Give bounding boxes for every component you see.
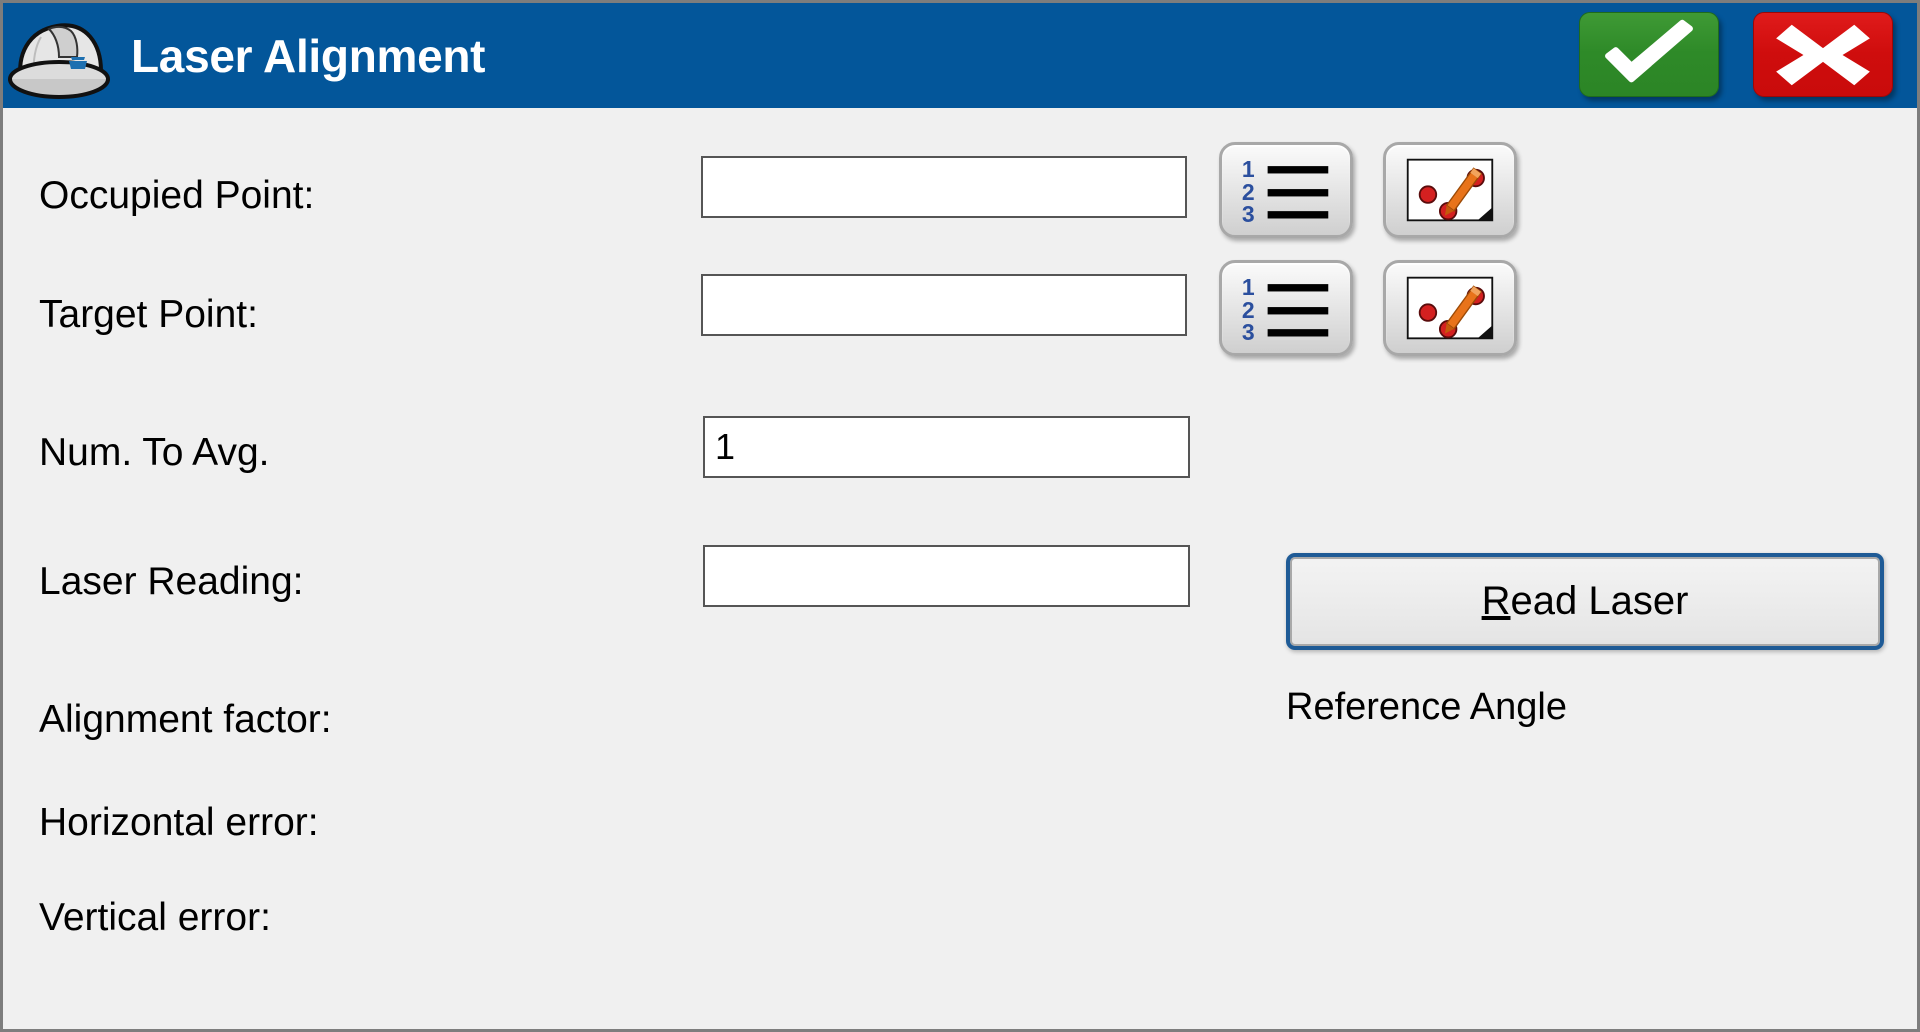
form-area: Occupied Point: 1 2 3 Target Point: 1 2 … [3,108,1917,1029]
svg-text:3: 3 [1242,201,1255,224]
target-point-input[interactable] [701,274,1187,336]
read-laser-rest: ead Laser [1510,579,1689,623]
read-laser-button[interactable]: Read Laser [1286,553,1884,650]
read-laser-label: Read Laser [1482,579,1689,624]
reference-angle-label: Reference Angle [1286,686,1567,728]
laser-reading-input[interactable] [703,545,1190,607]
horizontal-error-label: Horizontal error: [39,801,319,844]
alignment-factor-label: Alignment factor: [39,698,332,741]
read-laser-accelerator: R [1481,579,1511,623]
occupied-point-list-button[interactable]: 1 2 3 [1219,142,1353,238]
numbered-list-icon: 1 2 3 [1242,274,1329,342]
title-bar: Laser Alignment [3,3,1917,108]
hard-hat-icon [5,5,113,107]
vertical-error-label: Vertical error: [39,896,271,939]
occupied-point-label: Occupied Point: [39,174,315,217]
x-mark-icon [1776,24,1870,86]
target-point-label: Target Point: [39,293,258,336]
target-point-list-button[interactable]: 1 2 3 [1219,260,1353,356]
target-point-map-button[interactable] [1383,260,1517,356]
svg-text:3: 3 [1242,319,1255,342]
numbered-list-icon: 1 2 3 [1242,156,1329,224]
occupied-point-input[interactable] [701,156,1187,218]
laser-alignment-window: Laser Alignment Occupied Point: 1 2 3 Ta… [0,0,1920,1032]
num-to-avg-label: Num. To Avg. [39,431,270,474]
laser-reading-label: Laser Reading: [39,560,304,603]
map-pick-point-icon [1406,158,1494,222]
page-title: Laser Alignment [131,29,486,82]
accept-button[interactable] [1579,12,1719,97]
cancel-button[interactable] [1753,12,1893,97]
checkmark-icon [1605,19,1693,83]
occupied-point-map-button[interactable] [1383,142,1517,238]
map-pick-point-icon [1406,276,1494,340]
num-to-avg-input[interactable]: 1 [703,416,1190,478]
